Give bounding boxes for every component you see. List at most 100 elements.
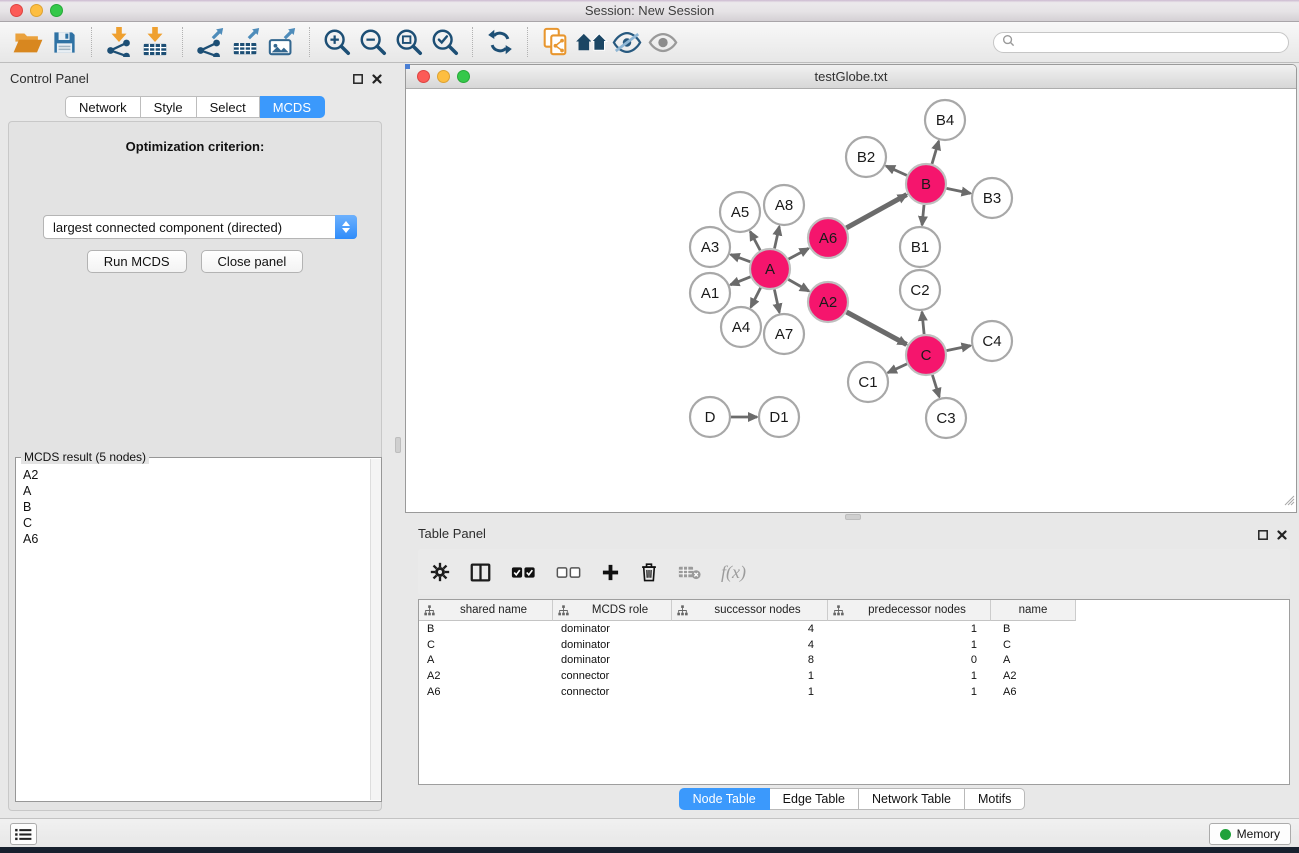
- network-window-titlebar[interactable]: testGlobe.txt: [406, 65, 1296, 89]
- edge-A6-B[interactable]: [846, 195, 906, 228]
- edge-A-A6[interactable]: [789, 248, 809, 259]
- export-image-icon[interactable]: [264, 25, 300, 59]
- result-item[interactable]: A: [23, 483, 369, 499]
- node-B3[interactable]: B3: [972, 178, 1012, 218]
- float-panel-icon[interactable]: [353, 71, 363, 89]
- show-all-icon[interactable]: [645, 25, 681, 59]
- float-table-panel-icon[interactable]: [1258, 527, 1268, 545]
- import-network-icon[interactable]: [101, 25, 137, 59]
- delete-column-icon[interactable]: [640, 562, 658, 582]
- table-cell[interactable]: 0: [828, 654, 991, 666]
- close-table-panel-icon[interactable]: [1277, 527, 1287, 545]
- tab-edge-table[interactable]: Edge Table: [770, 788, 859, 810]
- refresh-network-icon[interactable]: [482, 25, 518, 59]
- table-cell[interactable]: B: [991, 623, 1076, 635]
- deselect-all-icon[interactable]: [556, 566, 581, 579]
- table-row[interactable]: A2connector11A2: [419, 668, 1289, 684]
- edge-A2-C[interactable]: [847, 312, 907, 345]
- edge-A-A7[interactable]: [774, 290, 779, 313]
- node-B2[interactable]: B2: [846, 137, 886, 177]
- table-row[interactable]: A6connector11A6: [419, 684, 1289, 700]
- network-canvas[interactable]: B4B2BB3A8A5A6A3B1AA1C2A2A4A7C4CC1C3DD1: [406, 89, 1296, 512]
- open-session-icon[interactable]: [10, 25, 46, 59]
- run-mcds-button[interactable]: Run MCDS: [87, 250, 187, 273]
- node-C4[interactable]: C4: [972, 321, 1012, 361]
- node-A7[interactable]: A7: [764, 314, 804, 354]
- tab-select[interactable]: Select: [197, 96, 260, 118]
- table-cell[interactable]: A6: [419, 686, 553, 698]
- memory-button[interactable]: Memory: [1209, 823, 1291, 845]
- export-table-icon[interactable]: [228, 25, 264, 59]
- save-session-icon[interactable]: [46, 25, 82, 59]
- node-A4[interactable]: A4: [721, 307, 761, 347]
- zoom-out-icon[interactable]: [355, 25, 391, 59]
- edge-C-C3[interactable]: [932, 375, 939, 397]
- table-cell[interactable]: A2: [419, 670, 553, 682]
- node-C1[interactable]: C1: [848, 362, 888, 402]
- tab-network[interactable]: Network: [65, 96, 141, 118]
- edge-C-C2[interactable]: [922, 312, 924, 334]
- import-table-icon[interactable]: [137, 25, 173, 59]
- search-box[interactable]: [993, 32, 1289, 53]
- node-A3[interactable]: A3: [690, 227, 730, 267]
- table-cell[interactable]: 8: [672, 654, 828, 666]
- search-input[interactable]: [1020, 36, 1280, 50]
- zoom-fit-icon[interactable]: [391, 25, 427, 59]
- node-A1[interactable]: A1: [690, 273, 730, 313]
- table-row[interactable]: Adominator80A: [419, 652, 1289, 668]
- table-row[interactable]: Bdominator41B: [419, 621, 1289, 637]
- node-B4[interactable]: B4: [925, 100, 965, 140]
- table-cell[interactable]: connector: [553, 686, 672, 698]
- edge-A-A8[interactable]: [775, 227, 780, 249]
- result-item[interactable]: A2: [23, 467, 369, 483]
- node-A6[interactable]: A6: [808, 218, 848, 258]
- tab-mcds[interactable]: MCDS: [260, 96, 325, 118]
- close-panel-button[interactable]: Close panel: [201, 250, 304, 273]
- network-close-button[interactable]: [417, 70, 430, 83]
- table-cell[interactable]: 4: [672, 639, 828, 651]
- result-scrollbar[interactable]: [370, 459, 381, 800]
- table-cell[interactable]: dominator: [553, 623, 672, 635]
- table-row[interactable]: Cdominator41C: [419, 637, 1289, 653]
- edge-C-C1[interactable]: [888, 364, 907, 373]
- select-all-icon[interactable]: [511, 566, 536, 579]
- table-cell[interactable]: A2: [991, 670, 1076, 682]
- edge-B-B4[interactable]: [932, 141, 939, 164]
- edge-B-B3[interactable]: [947, 188, 971, 193]
- optimization-criterion-select[interactable]: largest connected component (directed): [43, 215, 357, 239]
- table-cell[interactable]: 1: [828, 670, 991, 682]
- tab-motifs[interactable]: Motifs: [965, 788, 1025, 810]
- task-list-button[interactable]: [10, 823, 37, 845]
- node-B[interactable]: B: [906, 164, 946, 204]
- zoom-window-button[interactable]: [50, 4, 63, 17]
- result-item[interactable]: B: [23, 499, 369, 515]
- result-item[interactable]: A6: [23, 531, 369, 547]
- network-graph[interactable]: B4B2BB3A8A5A6A3B1AA1C2A2A4A7C4CC1C3DD1: [406, 89, 1296, 512]
- table-cell[interactable]: dominator: [553, 654, 672, 666]
- column-header-MCDS-role[interactable]: MCDS role: [553, 600, 672, 621]
- table-cell[interactable]: C: [419, 639, 553, 651]
- node-A8[interactable]: A8: [764, 185, 804, 225]
- table-cell[interactable]: dominator: [553, 639, 672, 651]
- network-zoom-button[interactable]: [457, 70, 470, 83]
- table-cell[interactable]: 1: [672, 686, 828, 698]
- zoom-in-icon[interactable]: [319, 25, 355, 59]
- edge-C-C4[interactable]: [947, 346, 971, 351]
- tab-network-table[interactable]: Network Table: [859, 788, 965, 810]
- add-column-icon[interactable]: [601, 563, 620, 582]
- hide-selected-icon[interactable]: [609, 25, 645, 59]
- close-window-button[interactable]: [10, 4, 23, 17]
- edge-B-B2[interactable]: [886, 166, 907, 175]
- close-panel-icon[interactable]: [372, 71, 382, 89]
- table-cell[interactable]: 1: [828, 623, 991, 635]
- tab-node-table[interactable]: Node Table: [679, 788, 770, 810]
- node-A2[interactable]: A2: [808, 282, 848, 322]
- edge-A-A5[interactable]: [750, 232, 760, 251]
- result-item[interactable]: C: [23, 515, 369, 531]
- table-cell[interactable]: C: [991, 639, 1076, 651]
- export-network-icon[interactable]: [192, 25, 228, 59]
- table-cell[interactable]: 1: [828, 686, 991, 698]
- node-C[interactable]: C: [906, 335, 946, 375]
- table-settings-icon[interactable]: [430, 562, 450, 582]
- node-C3[interactable]: C3: [926, 398, 966, 438]
